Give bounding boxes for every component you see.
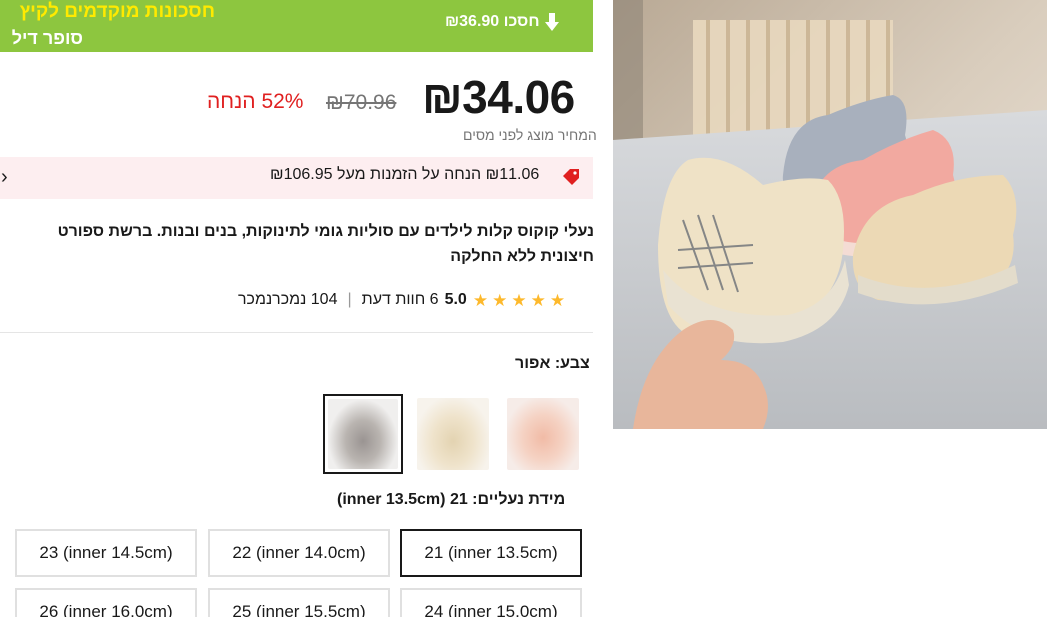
savings-badge: ₪36.90 חסכו xyxy=(445,12,560,32)
current-price: ₪34.06 xyxy=(422,71,575,123)
size-label: מידת נעליים: 21 (inner 13.5cm) xyxy=(337,491,566,508)
review-count[interactable]: 6 חוות דעת xyxy=(362,291,439,309)
rating-row[interactable]: ★ ★ ★ ★ ★ 5.0 6 חוות דעת | 104 נמכרנמכר xyxy=(238,289,565,311)
star-rating: ★ ★ ★ ★ ★ xyxy=(473,292,565,309)
size-option-22[interactable]: 22 (inner 14.0cm) xyxy=(208,529,390,577)
original-price: ₪70.96 xyxy=(326,91,397,114)
size-option-21[interactable]: 21 (inner 13.5cm) xyxy=(400,529,582,577)
product-info-panel: חסכונות מוקדמים לקיץ סופר דיל ₪36.90 חסכ… xyxy=(0,0,597,617)
coupon-text: ₪11.06 הנחה על הזמנות מעל ₪106.95 xyxy=(270,166,540,183)
star-icon: ★ xyxy=(549,290,566,310)
size-option-label: 26 (inner 16.0cm) xyxy=(39,602,173,617)
size-option-26[interactable]: 26 (inner 16.0cm) xyxy=(15,588,197,617)
size-option-24[interactable]: 24 (inner 15.0cm) xyxy=(400,588,582,617)
color-swatch-pink[interactable] xyxy=(503,394,583,474)
size-option-label: 22 (inner 14.0cm) xyxy=(232,543,366,562)
coupon-tag-icon xyxy=(563,169,579,185)
rating-score: 5.0 xyxy=(444,291,467,308)
tax-note: המחיר מוצג לפני מסים xyxy=(463,127,597,143)
product-page: חסכונות מוקדמים לקיץ סופר דיל ₪36.90 חסכ… xyxy=(0,0,1047,617)
section-divider xyxy=(0,332,593,333)
pink-shoe-thumbnail xyxy=(507,398,579,470)
size-option-23[interactable]: 23 (inner 14.5cm) xyxy=(15,529,197,577)
size-option-label: 23 (inner 14.5cm) xyxy=(39,543,173,562)
super-deal-banner[interactable]: חסכונות מוקדמים לקיץ סופר דיל ₪36.90 חסכ… xyxy=(0,0,593,52)
product-title: נעלי קוקוס קלות לילדים עם סוליות גומי לת… xyxy=(57,223,594,265)
product-photo[interactable] xyxy=(613,0,1047,429)
deal-subtitle: סופר דיל xyxy=(11,28,83,48)
star-icon: ★ xyxy=(472,290,489,310)
beige-shoe-thumbnail xyxy=(417,398,489,470)
shoes-photo-illustration xyxy=(613,0,1047,429)
size-option-label: 24 (inner 15.0cm) xyxy=(424,602,558,617)
size-option-label: 25 (inner 15.5cm) xyxy=(232,602,366,617)
chevron-left-icon[interactable]: ‹ xyxy=(1,166,8,189)
divider-bar: | xyxy=(347,291,352,308)
arrow-down-icon xyxy=(544,13,559,31)
gray-shoe-thumbnail xyxy=(328,399,398,469)
size-option-label: 21 (inner 13.5cm) xyxy=(424,543,558,562)
savings-text: ₪36.90 חסכו xyxy=(445,13,540,30)
star-icon: ★ xyxy=(511,290,527,310)
color-label: צבע: אפור xyxy=(515,355,590,372)
color-swatch-beige[interactable] xyxy=(413,394,493,474)
color-swatch-gray[interactable] xyxy=(323,394,403,474)
star-icon: ★ xyxy=(492,290,508,310)
star-icon: ★ xyxy=(530,290,546,310)
deal-title: חסכונות מוקדמים לקיץ xyxy=(19,1,215,22)
discount-percent: 52% הנחה xyxy=(207,90,304,113)
size-option-25[interactable]: 25 (inner 15.5cm) xyxy=(208,588,390,617)
sold-count: 104 נמכרנמכר xyxy=(238,291,338,308)
